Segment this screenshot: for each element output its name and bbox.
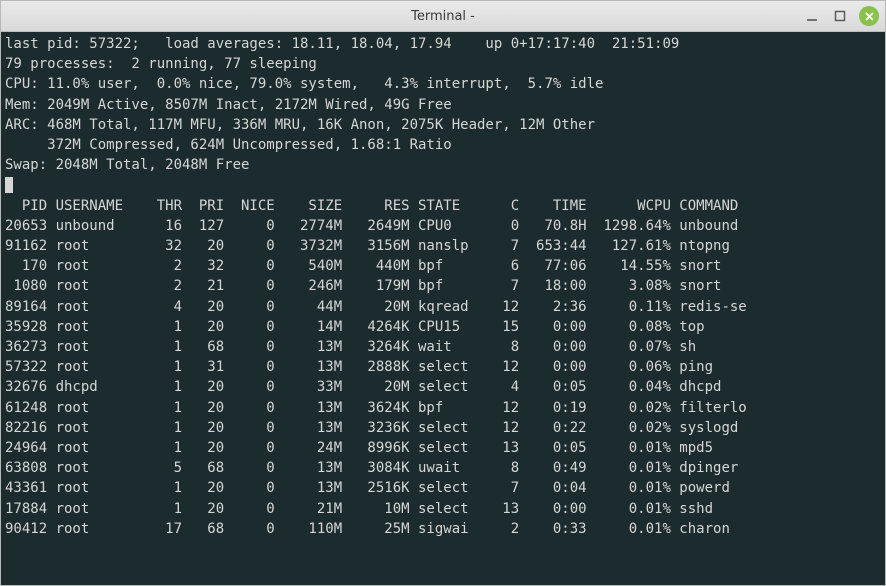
process-row: 57322 root 1 31 0 13M 2888K select 12 0:… (5, 359, 713, 375)
minimize-button[interactable] (803, 7, 821, 25)
maximize-icon (834, 10, 846, 22)
process-row: 36273 root 1 68 0 13M 3264K wait 8 0:00 … (5, 339, 696, 355)
summary-line-6: Swap: 2048M Total, 2048M Free (5, 157, 249, 173)
terminal-window: Terminal - last pid: 57322; load average… (0, 0, 886, 586)
window-controls (803, 1, 879, 31)
process-row: 63808 root 5 68 0 13M 3084K uwait 8 0:49… (5, 460, 738, 476)
process-row: 82216 root 1 20 0 13M 3236K select 12 0:… (5, 420, 738, 436)
process-row: 170 root 2 32 0 540M 440M bpf 6 77:06 14… (5, 258, 721, 274)
process-row: 89164 root 4 20 0 44M 20M kqread 12 2:36… (5, 299, 747, 315)
process-row: 17884 root 1 20 0 21M 10M select 13 0:00… (5, 501, 713, 517)
process-row: 20653 unbound 16 127 0 2774M 2649M CPU0 … (5, 218, 738, 234)
process-row: 43361 root 1 20 0 13M 2516K select 7 0:0… (5, 480, 730, 496)
window-titlebar[interactable]: Terminal - (1, 1, 885, 32)
close-button[interactable] (859, 6, 879, 26)
window-title: Terminal - (1, 9, 885, 24)
process-row: 24964 root 1 20 0 24M 8996K select 13 0:… (5, 440, 713, 456)
process-row: 1080 root 2 21 0 246M 179M bpf 7 18:00 3… (5, 278, 721, 294)
summary-line-1: 79 processes: 2 running, 77 sleeping (5, 56, 317, 72)
summary-line-4: ARC: 468M Total, 117M MFU, 336M MRU, 16K… (5, 117, 595, 133)
close-icon (864, 11, 875, 22)
maximize-button[interactable] (831, 7, 849, 25)
terminal-body[interactable]: last pid: 57322; load averages: 18.11, 1… (1, 32, 885, 585)
summary-line-3: Mem: 2049M Active, 8507M Inact, 2172M Wi… (5, 97, 452, 113)
process-table-header: PID USERNAME THR PRI NICE SIZE RES STATE… (5, 198, 738, 214)
cursor (5, 177, 13, 193)
minimize-icon (806, 10, 818, 22)
process-row: 61248 root 1 20 0 13M 3624K bpf 12 0:19 … (5, 400, 747, 416)
summary-line-2: CPU: 11.0% user, 0.0% nice, 79.0% system… (5, 76, 603, 92)
process-row: 35928 root 1 20 0 14M 4264K CPU15 15 0:0… (5, 319, 705, 335)
process-row: 90412 root 17 68 0 110M 25M sigwai 2 0:3… (5, 521, 730, 537)
summary-line-0: last pid: 57322; load averages: 18.11, 1… (5, 36, 679, 52)
summary-line-5: 372M Compressed, 624M Uncompressed, 1.68… (5, 137, 452, 153)
process-row: 32676 dhcpd 1 20 0 33M 20M select 4 0:05… (5, 379, 721, 395)
process-row: 91162 root 32 20 0 3732M 3156M nanslp 7 … (5, 238, 730, 254)
